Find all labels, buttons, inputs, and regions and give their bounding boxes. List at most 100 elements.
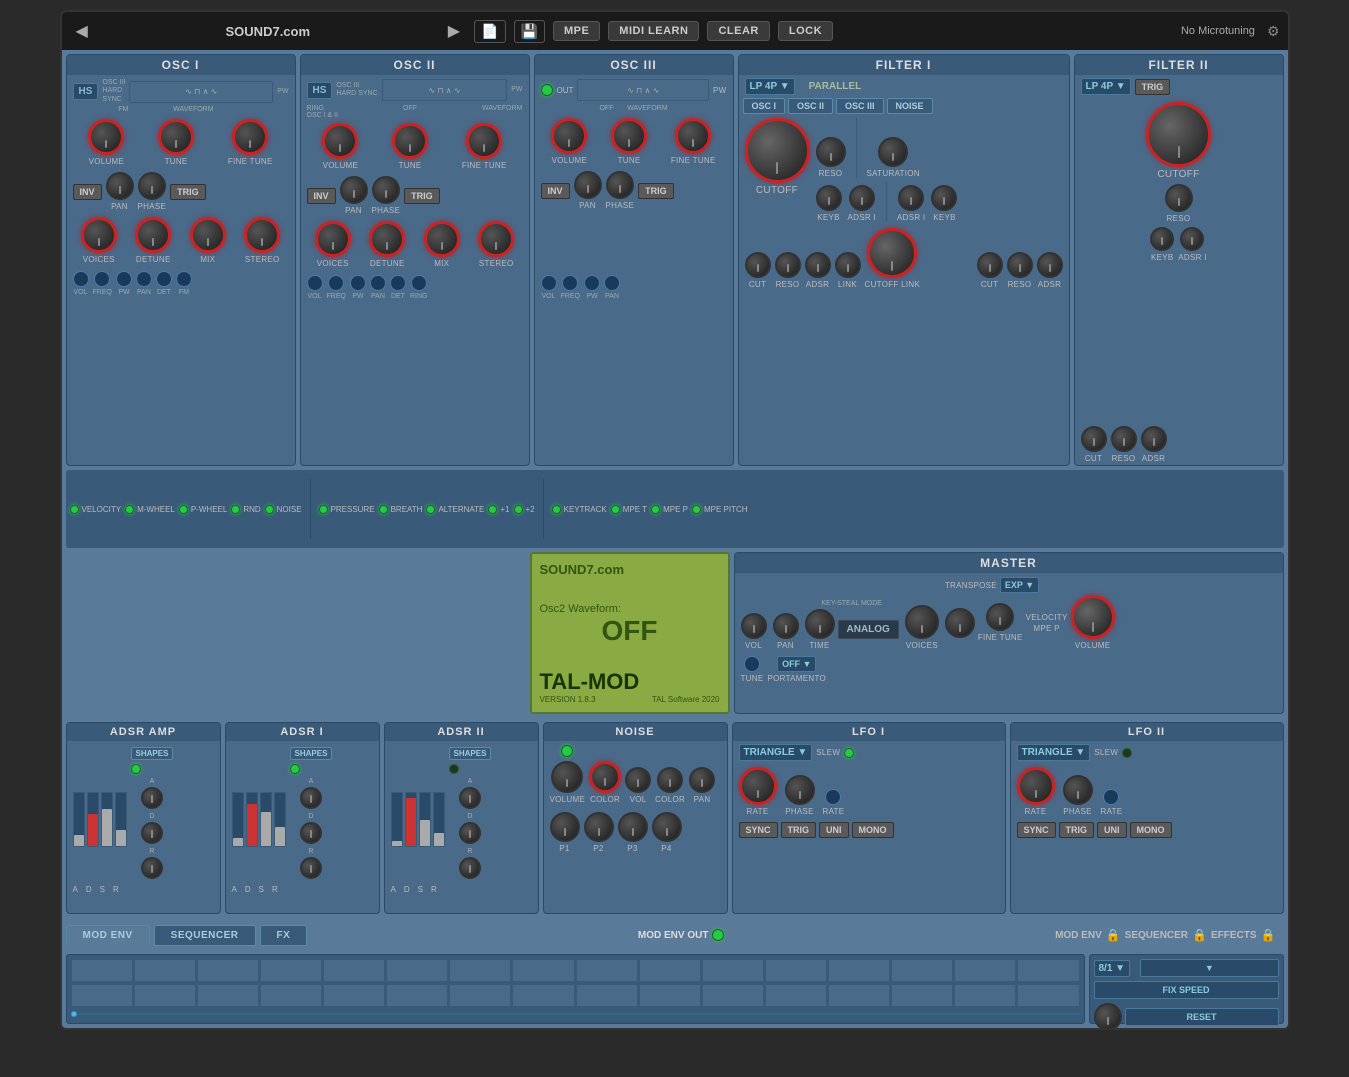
file-button[interactable]: 📄 [474,20,505,43]
adsr1-shapes-btn[interactable]: SHAPES [290,747,333,760]
seq-cell[interactable] [702,959,764,982]
filter1-osc1-btn[interactable]: OSC I [743,98,786,114]
osc2-inv-btn[interactable]: INV [307,188,336,204]
seq-down-btn[interactable]: ▼ [1140,959,1278,977]
seq-lock-icon[interactable]: 🔒 [1192,928,1207,942]
seq-cell[interactable] [512,984,574,1007]
seq-cell[interactable] [323,984,385,1007]
mod-pressure: PRESSURE [319,505,375,514]
clear-button[interactable]: CLEAR [707,21,769,41]
lfo1-mono-btn[interactable]: MONO [852,822,894,838]
seq-cell[interactable] [828,984,890,1007]
play-button[interactable]: ▶ [442,19,466,43]
lfo1-uni-btn[interactable]: UNI [819,822,849,838]
mpe-button[interactable]: MPE [553,21,600,41]
seq-cell[interactable] [386,959,448,982]
seq-cell[interactable] [197,984,259,1007]
lfo2-trig-btn[interactable]: TRIG [1059,822,1095,838]
master-exp-select[interactable]: EXP ▼ [1000,577,1039,593]
seq-cell[interactable] [71,984,133,1007]
osc3-out-label: OUT [557,86,574,95]
seq-cell[interactable] [639,984,701,1007]
master-analog-btn[interactable]: ANALOG [838,620,899,639]
adsr-amp-shapes-btn[interactable]: SHAPES [131,747,174,760]
filter1-noise-btn[interactable]: NOISE [887,98,933,114]
filter1-osc2-btn[interactable]: OSC II [788,98,833,114]
mod-alternate-label: ALTERNATE [438,505,484,514]
seq-cell[interactable] [134,984,196,1007]
seq-speed-select[interactable]: 8/1 ▼ [1094,960,1131,977]
filter1-type-select[interactable]: LP 4P ▼ [745,78,795,95]
seq-cell[interactable] [576,959,638,982]
mod-env-out-led[interactable] [712,929,724,941]
prev-button[interactable]: ◀ [70,19,94,43]
filter2-cut-knob: CUT [1081,426,1107,463]
lfo1-type-select[interactable]: TRIANGLE ▼ [739,744,813,761]
midi-learn-button[interactable]: MIDI LEARN [608,21,699,41]
osc1-trig-btn[interactable]: TRIG [170,184,206,200]
osc3-out-led[interactable] [541,84,553,96]
seq-cell[interactable] [828,959,890,982]
seq-reset-btn[interactable]: RESET [1125,1008,1279,1026]
seq-cell[interactable] [765,959,827,982]
filter2-type-select[interactable]: LP 4P ▼ [1081,78,1131,95]
lfo1-sync-btn[interactable]: SYNC [739,822,778,838]
lfo1-active-led[interactable] [844,748,854,758]
seq-cell[interactable] [449,959,511,982]
mod-env-lock-icon[interactable]: 🔒 [1106,928,1121,942]
lfo2-mono-btn[interactable]: MONO [1130,822,1172,838]
osc3-trig-btn[interactable]: TRIG [638,183,674,199]
lfo2-uni-btn[interactable]: UNI [1097,822,1127,838]
filter1-osc3-btn[interactable]: OSC III [836,98,884,114]
osc2-trig-btn[interactable]: TRIG [404,188,440,204]
filter2-sub-knobs1: RESO [1081,184,1277,223]
filter2-panel: FILTER II LP 4P ▼ TRIG CUTOFF [1074,54,1284,466]
seq-cell[interactable] [702,984,764,1007]
seq-cell[interactable] [323,959,385,982]
osc1-pw-dot: PW [116,271,132,296]
seq-cell[interactable] [134,959,196,982]
seq-cell[interactable] [891,984,953,1007]
tab-mod-env[interactable]: MOD ENV [66,925,150,945]
osc3-inv-btn[interactable]: INV [541,183,570,199]
osc2-hs-label[interactable]: HS [307,82,333,99]
seq-grid-row1 [71,959,1080,982]
lfo1-trig-btn[interactable]: TRIG [781,822,817,838]
osc1-inv-btn[interactable]: INV [73,184,102,200]
seq-cell[interactable] [1017,959,1079,982]
seq-cell[interactable] [260,984,322,1007]
seq-cell[interactable] [954,984,1016,1007]
tab-fx[interactable]: FX [260,925,308,946]
adsr2-led[interactable] [449,764,459,774]
seq-cell[interactable] [954,959,1016,982]
osc1-hs-label[interactable]: HS [73,83,99,100]
lfo1-type-row: TRIANGLE ▼ SLEW [733,741,1005,764]
noise-p1-knob: P1 [550,812,580,853]
seq-fix-speed-btn[interactable]: FIX SPEED [1094,981,1279,999]
osc1-mix-knob: MIX [190,217,226,264]
lfo2-sync-btn[interactable]: SYNC [1017,822,1056,838]
lfo2-active-led[interactable] [1122,748,1132,758]
adsr-amp-led[interactable] [131,764,141,774]
adsr2-shapes-btn[interactable]: SHAPES [449,747,492,760]
seq-cell[interactable] [260,959,322,982]
seq-cell[interactable] [765,984,827,1007]
effects-lock-icon[interactable]: 🔒 [1261,928,1276,942]
seq-cell[interactable] [1017,984,1079,1007]
seq-cell[interactable] [512,959,574,982]
master-off-select[interactable]: OFF ▼ [777,656,816,672]
seq-cell[interactable] [891,959,953,982]
seq-cell[interactable] [386,984,448,1007]
adsr-amp-title: ADSR AMP [67,723,220,741]
adsr1-led[interactable] [290,764,300,774]
filter2-trig-btn[interactable]: TRIG [1135,79,1171,95]
tab-sequencer[interactable]: SEQUENCER [154,925,256,946]
lock-button[interactable]: LOCK [778,21,833,41]
seq-cell[interactable] [576,984,638,1007]
save-button[interactable]: 💾 [514,20,545,43]
seq-cell[interactable] [449,984,511,1007]
seq-cell[interactable] [639,959,701,982]
seq-cell[interactable] [71,959,133,982]
seq-cell[interactable] [197,959,259,982]
lfo2-type-select[interactable]: TRIANGLE ▼ [1017,744,1091,761]
